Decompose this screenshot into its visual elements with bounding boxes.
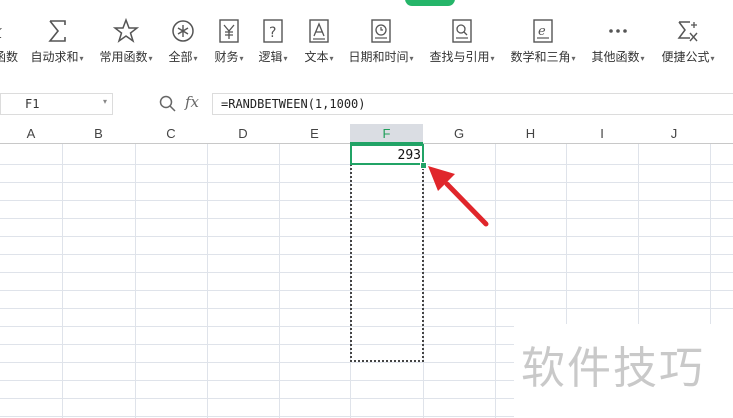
watermark-text: 软件技巧	[521, 343, 705, 394]
